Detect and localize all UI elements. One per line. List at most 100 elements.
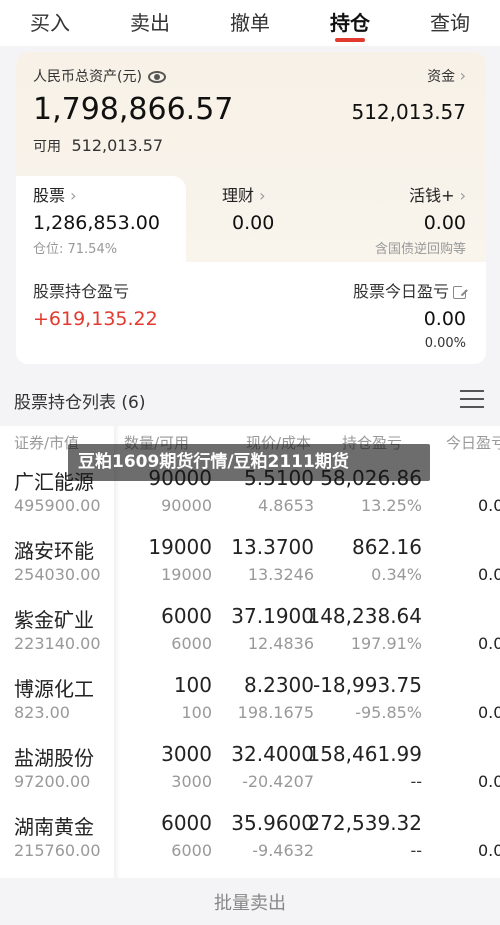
- available-qty: 6000: [171, 841, 212, 860]
- holding-pnl-pct: --: [410, 841, 422, 860]
- cost-price: 198.1675: [237, 703, 314, 722]
- batch-sell-button[interactable]: 批量卖出: [0, 878, 500, 925]
- stock-name: 博源化工: [14, 677, 94, 701]
- market-value: 223140.00: [14, 634, 101, 653]
- table-row[interactable]: 盐湖股份 97200.00 3000 3000 32.4000 -20.4207…: [0, 736, 500, 805]
- quantity: 6000: [161, 811, 212, 835]
- chevron-right-icon: ›: [259, 186, 266, 205]
- table-row[interactable]: 紫金矿业 223140.00 6000 6000 37.1900 12.4836…: [0, 598, 500, 667]
- frozen-column-shadow: [114, 426, 120, 878]
- cost-price: 4.8653: [258, 496, 314, 515]
- current-price: 8.2300: [244, 673, 314, 697]
- available-qty: 90000: [161, 496, 212, 515]
- total-assets-value: 1,798,866.57: [33, 92, 234, 127]
- stock-name: 湖南黄金: [14, 815, 94, 839]
- cost-price: -9.4632: [252, 841, 314, 860]
- table-row[interactable]: 湖南黄金 215760.00 6000 6000 35.9600 -9.4632…: [0, 805, 500, 874]
- quantity: 6000: [161, 604, 212, 628]
- trade-tab-bar: 买入 卖出 撤单 持仓 查询: [0, 0, 500, 46]
- current-price: 32.4000: [231, 742, 314, 766]
- today-pnl-link[interactable]: 股票今日盈亏: [352, 278, 468, 302]
- tab-holdings[interactable]: 持仓: [300, 0, 400, 46]
- holding-pnl: 148,238.64: [307, 604, 422, 628]
- quantity: 19000: [148, 535, 212, 559]
- current-price: 13.3700: [231, 535, 314, 559]
- holding-pnl-pct: -95.85%: [355, 703, 422, 722]
- holding-pnl-pct: 13.25%: [360, 496, 422, 515]
- holdings-list-title: 股票持仓列表 (6): [14, 393, 146, 413]
- wealth-segment-link[interactable]: 理财 ›: [222, 182, 266, 206]
- tab-buy[interactable]: 买入: [0, 0, 100, 46]
- tab-query[interactable]: 查询: [400, 0, 500, 46]
- chevron-right-icon: ›: [70, 186, 77, 205]
- wealth-value: 0.00: [232, 212, 275, 234]
- tab-sell[interactable]: 卖出: [100, 0, 200, 46]
- holding-pnl: -18,993.75: [312, 673, 422, 697]
- cash-label: 活钱+: [409, 186, 455, 205]
- asset-card: 人民币总资产(元) 1,798,866.57 可用 512,013.57 资金 …: [16, 52, 486, 364]
- footer-bar: 批量卖出: [0, 878, 500, 925]
- cost-price: 12.4836: [247, 634, 314, 653]
- today-pnl: 0.0: [478, 634, 500, 653]
- market-value: 254030.00: [14, 565, 101, 584]
- current-price: 35.9600: [231, 811, 314, 835]
- table-row[interactable]: 潞安环能 254030.00 19000 19000 13.3700 13.32…: [0, 529, 500, 598]
- quantity: 100: [173, 673, 212, 697]
- today-pnl-value: 0.00: [423, 308, 466, 330]
- tab-cancel[interactable]: 撤单: [200, 0, 300, 46]
- holding-pnl-label: 股票持仓盈亏: [33, 282, 130, 301]
- stock-name: 潞安环能: [14, 539, 94, 563]
- holding-pnl-value: +619,135.22: [33, 308, 158, 330]
- cash-segment-link[interactable]: 活钱+ ›: [409, 182, 466, 206]
- chevron-right-icon: ›: [459, 186, 466, 205]
- cash-note: 含国债逆回购等: [374, 242, 466, 257]
- overlay-caption: 豆粕1609期货行情/豆粕2111期货: [68, 444, 430, 481]
- menu-icon[interactable]: [460, 390, 484, 408]
- available-qty: 6000: [171, 634, 212, 653]
- funds-link[interactable]: 资金 ›: [427, 66, 466, 86]
- table-row[interactable]: 博源化工 823.00 100 100 8.2300 198.1675 -18,…: [0, 667, 500, 736]
- available-value: 512,013.57: [71, 136, 164, 155]
- total-assets-label: 人民币总资产(元): [33, 69, 142, 85]
- column-header-today-pnl[interactable]: 今日盈亏: [446, 432, 500, 453]
- funds-value: 512,013.57: [351, 100, 466, 124]
- holding-pnl-pct: --: [410, 772, 422, 791]
- quantity: 3000: [161, 742, 212, 766]
- external-link-icon: [453, 284, 468, 299]
- today-pnl: 0.0: [478, 772, 500, 791]
- available-qty: 19000: [161, 565, 212, 584]
- available-qty: 100: [181, 703, 212, 722]
- available-row: 可用 512,013.57: [33, 136, 163, 156]
- stock-position: 仓位: 71.54%: [33, 242, 118, 257]
- holdings-table: 证券/市值 数量/可用 现价/成本 持仓盈亏 今日盈亏 广汇能源 495900.…: [0, 426, 500, 878]
- stock-label: 股票: [33, 186, 66, 205]
- stock-name: 紫金矿业: [14, 608, 94, 632]
- holding-pnl: 862.16: [352, 535, 422, 559]
- stock-name: 盐湖股份: [14, 746, 94, 770]
- cost-price: -20.4207: [242, 772, 314, 791]
- today-pnl-label: 股票今日盈亏: [352, 282, 449, 301]
- holding-pnl-pct: 197.91%: [350, 634, 422, 653]
- market-value: 823.00: [14, 703, 70, 722]
- today-pnl: 0.0: [478, 565, 500, 584]
- chevron-right-icon: ›: [459, 66, 466, 85]
- stock-segment-link[interactable]: 股票 ›: [33, 182, 77, 206]
- today-pnl: 0.0: [478, 703, 500, 722]
- holdings-list-header: 股票持仓列表 (6): [0, 372, 500, 424]
- holding-pnl-pct: 0.34%: [371, 565, 422, 584]
- holding-pnl: 272,539.32: [307, 811, 422, 835]
- market-value: 495900.00: [14, 496, 101, 515]
- funds-label: 资金: [427, 69, 456, 85]
- available-qty: 3000: [171, 772, 212, 791]
- market-value: 97200.00: [14, 772, 91, 791]
- today-pnl: 0.0: [478, 496, 500, 515]
- today-pnl: 0.0: [478, 841, 500, 860]
- cash-value: 0.00: [423, 212, 466, 234]
- available-label: 可用: [33, 139, 61, 155]
- total-assets-label-row: 人民币总资产(元): [33, 66, 166, 86]
- holding-pnl: 158,461.99: [307, 742, 422, 766]
- cost-price: 13.3246: [247, 565, 314, 584]
- current-price: 37.1900: [231, 604, 314, 628]
- eye-icon[interactable]: [147, 71, 166, 83]
- stock-value: 1,286,853.00: [33, 212, 160, 234]
